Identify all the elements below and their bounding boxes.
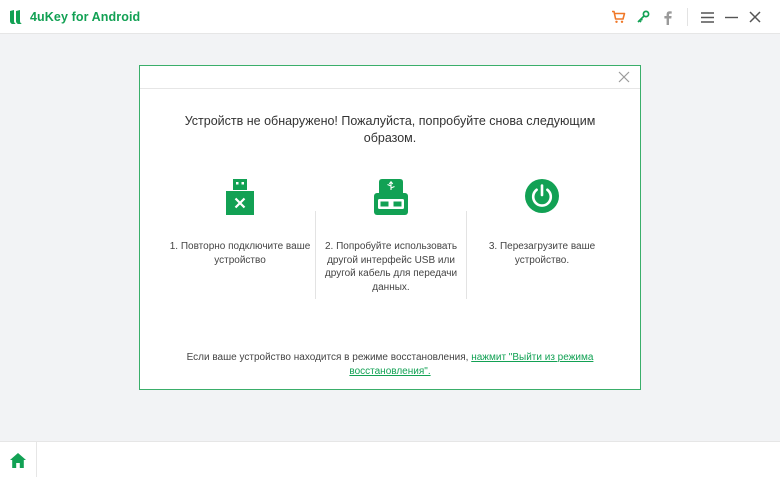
usb-disconnected-icon [226,179,254,215]
step-reconnect: 1. Повторно подключите ваше устройство [165,179,315,267]
bottom-bar [0,441,780,477]
title-bar: 4uKey for Android [0,0,780,34]
step-restart: 3. Перезагрузите ваше устройство. [467,179,617,267]
usb-port-icon [374,179,408,215]
minimize-icon [724,16,738,18]
menu-button[interactable] [698,8,716,26]
titlebar-separator [687,8,688,26]
key-icon [637,10,650,23]
no-device-dialog: Устройств не обнаружено! Пожалуйста, поп… [139,65,641,390]
close-icon [749,11,761,23]
minimize-button[interactable] [722,8,740,26]
dialog-close-icon[interactable] [617,70,631,84]
recovery-mode-text: Если ваше устройство находится в режиме … [186,352,472,363]
power-icon [525,179,559,213]
dialog-header [140,66,640,89]
cart-icon [611,10,625,23]
home-icon[interactable] [9,452,27,469]
menu-icon [700,11,714,23]
step-2-text: 2. Попробуйте использовать другой интерф… [324,241,458,293]
close-button[interactable] [746,8,764,26]
app-title: 4uKey for Android [30,10,141,24]
cart-button[interactable] [609,8,627,26]
no-device-message: Устройств не обнаружено! Пожалуйста, поп… [184,114,596,145]
register-key-button[interactable] [634,8,652,26]
recovery-mode-note: Если ваше устройство находится в режиме … [160,351,620,379]
facebook-button[interactable] [659,8,677,26]
step-other-usb: 2. Попробуйте использовать другой интерф… [316,179,466,294]
step-3-text: 3. Перезагрузите ваше устройство. [488,241,596,266]
bottombar-separator [36,442,37,477]
step-1-text: 1. Повторно подключите ваше устройство [169,241,311,266]
facebook-icon [664,10,672,25]
app-logo-icon [10,10,22,24]
